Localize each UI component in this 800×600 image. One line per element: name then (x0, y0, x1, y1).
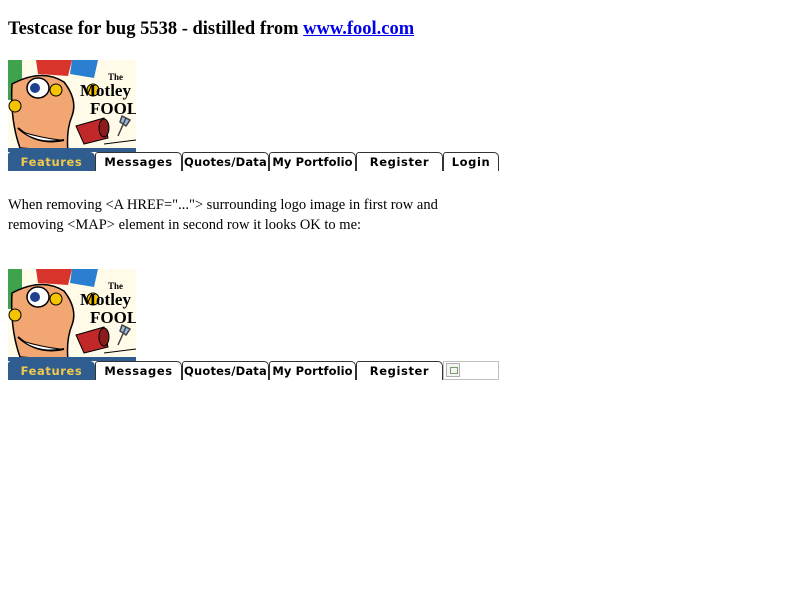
tab-register[interactable]: Register (356, 361, 443, 380)
tab-quotes-data[interactable]: Quotes/Data (182, 152, 269, 171)
motley-fool-logo: The Motley FOOL (8, 269, 136, 361)
tab-my-portfolio[interactable]: My Portfolio (269, 361, 356, 380)
fool-link[interactable]: www.fool.com (303, 19, 414, 39)
nav-tabs-1: Features Messages Quotes/Data My Portfol… (8, 152, 500, 171)
logo-text-fool: FOOL (90, 308, 136, 327)
logo-text-motley: Motley (80, 81, 131, 100)
page-heading: Testcase for bug 5538 - distilled from w… (8, 19, 414, 40)
motley-fool-logo-image: The Motley FOOL (8, 269, 136, 361)
broken-image-icon (446, 363, 460, 377)
tab-features[interactable]: Features (8, 361, 95, 380)
tab-features[interactable]: Features (8, 152, 95, 171)
nav-tabs-2: Features Messages Quotes/Data My Portfol… (8, 361, 500, 380)
motley-fool-logo: The Motley FOOL (8, 60, 136, 152)
logo-text-fool: FOOL (90, 99, 136, 118)
heading-text: Testcase for bug 5538 - distilled from (8, 19, 299, 39)
tab-messages[interactable]: Messages (95, 152, 182, 171)
tab-quotes-data[interactable]: Quotes/Data (182, 361, 269, 380)
tab-register[interactable]: Register (356, 152, 443, 171)
tab-my-portfolio[interactable]: My Portfolio (269, 152, 356, 171)
explanation-paragraph: When removing <A HREF="..."> surrounding… (8, 197, 438, 233)
logo-row-1: The Motley FOOL Features Messages Quotes… (8, 60, 500, 171)
tab-messages[interactable]: Messages (95, 361, 182, 380)
broken-image-placeholder (443, 361, 499, 380)
logo-row-2: The Motley FOOL Features Messages Quotes… (8, 269, 500, 380)
tab-login[interactable]: Login (443, 152, 499, 171)
logo-text-motley: Motley (80, 290, 131, 309)
motley-fool-logo-link[interactable]: The Motley FOOL (8, 60, 136, 152)
